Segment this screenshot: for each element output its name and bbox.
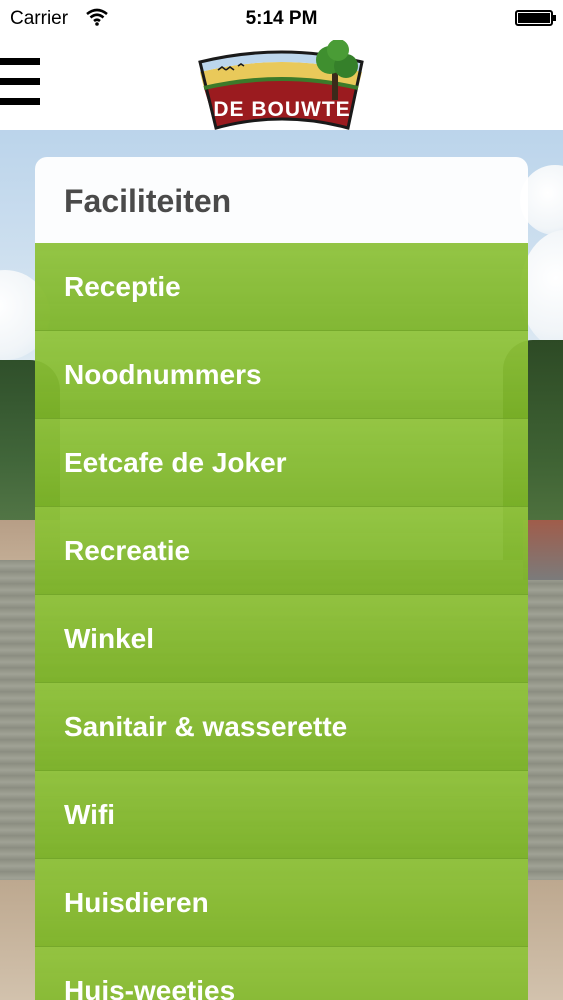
menu-item-label: Sanitair & wasserette <box>64 710 348 742</box>
menu-item-noodnummers[interactable]: Noodnummers <box>35 331 528 419</box>
dock <box>523 520 563 580</box>
clock: 5:14 PM <box>245 8 318 29</box>
faciliteiten-menu: Faciliteiten Receptie Noodnummers Eetcaf… <box>35 157 528 1000</box>
menu-item-label: Receptie <box>64 270 181 302</box>
menu-item-sanitair[interactable]: Sanitair & wasserette <box>35 683 528 771</box>
menu-item-label: Noodnummers <box>64 358 262 390</box>
menu-item-label: Winkel <box>64 622 154 654</box>
menu-item-huis-weeties[interactable]: Huis-weeties <box>35 947 528 1000</box>
menu-item-recreatie[interactable]: Recreatie <box>35 507 528 595</box>
menu-item-receptie[interactable]: Receptie <box>35 243 528 331</box>
hamburger-menu-icon[interactable] <box>0 58 40 110</box>
menu-item-label: Recreatie <box>64 534 191 566</box>
battery-icon <box>515 10 556 26</box>
page-title: Faciliteiten <box>64 183 232 219</box>
logo-text: DE BOUWTE <box>213 98 350 121</box>
menu-item-winkel[interactable]: Winkel <box>35 595 528 683</box>
de-bouwte-logo: DE BOUWTE <box>190 39 374 130</box>
menu-item-eetcafe[interactable]: Eetcafe de Joker <box>35 419 528 507</box>
menu-item-wifi[interactable]: Wifi <box>35 771 528 859</box>
menu-header: Faciliteiten <box>35 157 528 243</box>
menu-item-huisdieren[interactable]: Huisdieren <box>35 859 528 947</box>
menu-item-label: Huis-weeties <box>64 974 236 1000</box>
menu-item-label: Wifi <box>64 798 116 830</box>
menu-item-label: Huisdieren <box>64 886 209 918</box>
menu-item-label: Eetcafe de Joker <box>64 446 287 478</box>
status-bar: Carrier 5:14 PM <box>0 0 563 36</box>
app-header: DE BOUWTE <box>0 36 563 130</box>
